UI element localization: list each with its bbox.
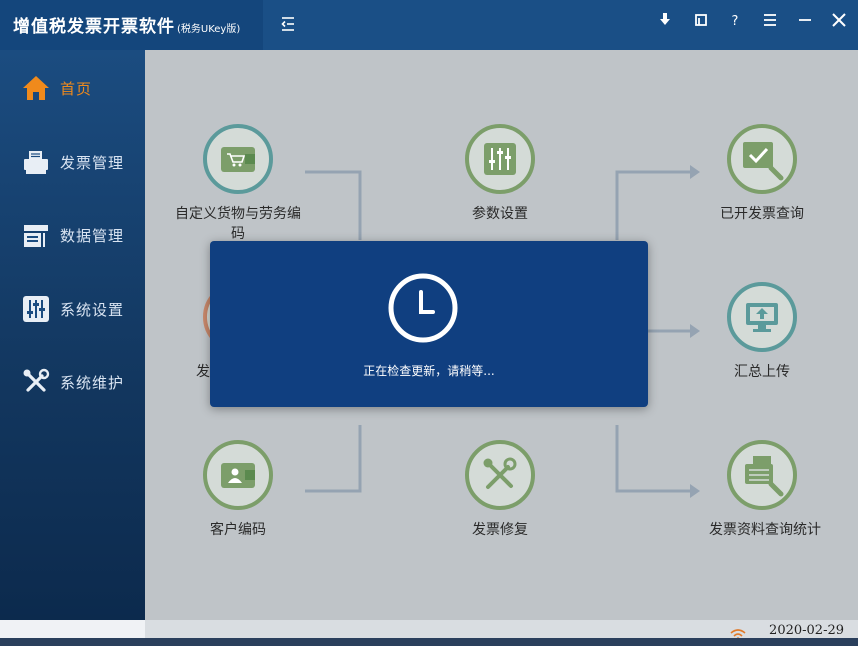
update-check-message: 正在检查更新，请稍等...: [363, 364, 495, 378]
sidebar-item-data-management[interactable]: 数据管理: [0, 210, 145, 260]
status-date: 2020-02-29: [769, 623, 844, 638]
app-title-text: 增值税发票开票软件: [13, 17, 175, 37]
sidebar-item-home[interactable]: 首页: [0, 63, 145, 113]
home-icon: [22, 74, 50, 102]
label-line: 码: [231, 226, 245, 242]
sidebar-item-label: 首页: [60, 80, 93, 98]
printer-icon: [22, 148, 50, 176]
menu-icon[interactable]: [759, 9, 781, 31]
sidebar-item-label: 系统设置: [60, 301, 125, 319]
title-area: 增值税发票开票软件 (税务UKey版): [0, 0, 263, 50]
invoice-data-statistics-label: 发票资料查询统计: [709, 522, 821, 538]
minimize-icon[interactable]: [794, 9, 816, 31]
close-icon[interactable]: [828, 9, 850, 31]
issued-invoice-query-label: 已开发票查询: [720, 206, 804, 222]
invoice-repair-button[interactable]: [465, 440, 535, 510]
restore-icon[interactable]: [690, 9, 712, 31]
customer-coding-label: 客户编码: [210, 522, 266, 538]
data-icon: [22, 221, 50, 249]
wallet-cart-icon: [221, 147, 255, 172]
sidebar: 首页 发票管理 数据管理 系统设置 系统维护: [0, 50, 145, 620]
issued-invoice-query-button[interactable]: [727, 124, 797, 194]
sliders-icon: [22, 295, 50, 323]
collapse-sidebar-icon[interactable]: [279, 14, 297, 34]
app-subtitle: (税务UKey版): [177, 24, 241, 35]
sidebar-item-label: 系统维护: [60, 374, 125, 392]
parameter-settings-label: 参数设置: [472, 206, 528, 222]
summary-upload-label: 汇总上传: [734, 364, 790, 380]
sliders-icon: [484, 143, 516, 175]
svg-text:?: ?: [732, 14, 739, 29]
sidebar-item-invoice-management[interactable]: 发票管理: [0, 137, 145, 187]
label-line: 自定义货物与劳务编: [175, 206, 301, 222]
sidebar-item-system-settings[interactable]: 系统设置: [0, 284, 145, 334]
invoice-repair-label: 发票修复: [472, 522, 528, 538]
custom-goods-coding-button[interactable]: [203, 124, 273, 194]
sidebar-item-system-maintenance[interactable]: 系统维护: [0, 357, 145, 407]
app-title: 增值税发票开票软件 (税务UKey版): [13, 12, 240, 37]
sidebar-item-label: 数据管理: [60, 227, 125, 245]
taskbar: [0, 638, 858, 646]
sidebar-item-label: 发票管理: [60, 154, 125, 172]
repair-tools-icon: [483, 457, 517, 489]
invoice-data-statistics-button[interactable]: [727, 440, 797, 510]
customer-coding-button[interactable]: [203, 440, 273, 510]
clock-icon: [387, 272, 459, 344]
stats-search-icon: [745, 456, 784, 497]
summary-upload-button[interactable]: [727, 282, 797, 352]
parameter-settings-button[interactable]: [465, 124, 535, 194]
custom-goods-coding-label: 自定义货物与劳务编码: [170, 203, 306, 243]
customer-card-icon: [221, 463, 255, 488]
tools-icon: [22, 368, 50, 396]
download-icon[interactable]: [654, 9, 676, 31]
upload-monitor-icon: [746, 303, 778, 332]
help-icon[interactable]: ?: [724, 9, 746, 31]
title-bar: 增值税发票开票软件 (税务UKey版) ?: [0, 0, 858, 50]
update-check-dialog: 正在检查更新，请稍等...: [210, 241, 648, 407]
status-bar: 2020-02-29: [145, 620, 858, 640]
search-check-icon: [743, 142, 784, 181]
wifi-icon: [730, 625, 746, 640]
